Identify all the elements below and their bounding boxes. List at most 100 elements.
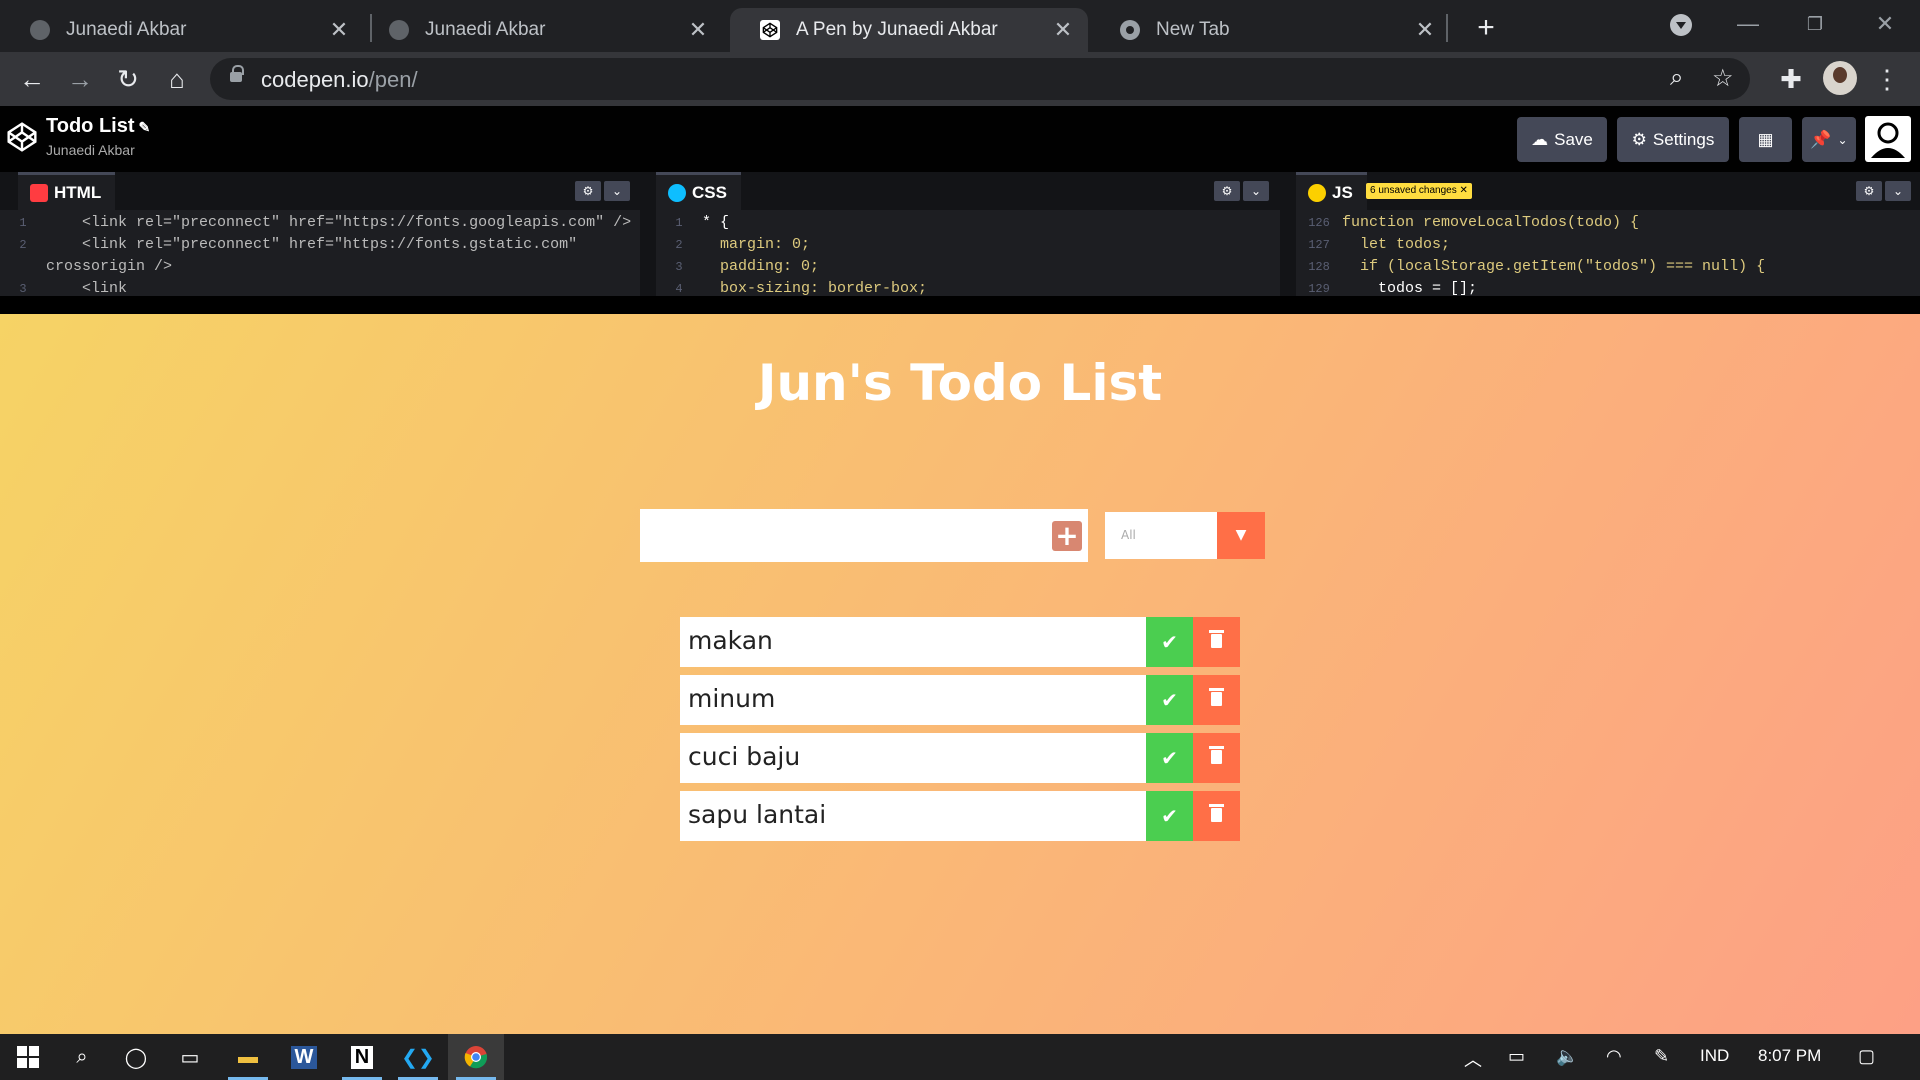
html-editor[interactable]: HTML ⚙ ⌄ 1 <link rel="preconnect" href="… xyxy=(0,172,640,296)
code-line: box-sizing: border-box; xyxy=(702,280,928,296)
new-tab-button[interactable]: + xyxy=(1466,8,1506,48)
pin-icon: 📌 xyxy=(1810,129,1832,149)
volume-icon[interactable]: 🔈 xyxy=(1556,1046,1578,1067)
word-icon[interactable]: W xyxy=(276,1034,332,1080)
lock-icon xyxy=(230,65,244,82)
delete-button[interactable] xyxy=(1193,791,1240,841)
editor-resizer[interactable] xyxy=(1280,172,1296,296)
task-view-icon[interactable]: ▭ xyxy=(162,1034,218,1080)
check-icon: ✔ xyxy=(1161,688,1178,712)
check-icon: ✔ xyxy=(1161,630,1178,654)
action-center-icon[interactable]: ▢ xyxy=(1858,1046,1875,1067)
pen-workspace-icon[interactable]: ✎ xyxy=(1654,1046,1669,1067)
code-line: padding: 0; xyxy=(702,258,820,275)
settings-button[interactable]: ⚙ Settings xyxy=(1617,117,1729,162)
close-tab-icon[interactable]: ✕ xyxy=(683,17,713,43)
todo-text: sapu lantai xyxy=(688,800,827,829)
complete-button[interactable]: ✔ xyxy=(1146,675,1193,725)
battery-icon[interactable]: ▭ xyxy=(1508,1046,1525,1067)
save-button[interactable]: ☁ Save xyxy=(1517,117,1607,162)
editor-resize-bar[interactable] xyxy=(0,296,1920,314)
url-text[interactable]: codepen.io/pen/ xyxy=(261,67,418,93)
forward-icon[interactable]: → xyxy=(63,62,97,96)
globe-icon xyxy=(30,20,50,40)
close-tab-icon[interactable]: ✕ xyxy=(1048,17,1078,43)
caret-down-icon[interactable]: ▼ xyxy=(1217,512,1265,559)
windows-taskbar: ⌕ ◯ ▭ ▬ W N ❮❯ ︿ ▭ 🔈 ◠ ✎ IND 8:07 PM ▢ xyxy=(0,1034,1920,1080)
unsaved-changes-badge[interactable]: 6 unsaved changes ✕ xyxy=(1366,183,1472,199)
notion-icon[interactable]: N xyxy=(334,1034,390,1080)
file-explorer-icon[interactable]: ▬ xyxy=(220,1034,276,1080)
zoom-icon[interactable]: ⌕ xyxy=(1670,64,1683,92)
editor-settings-icon[interactable]: ⚙ xyxy=(1214,181,1240,201)
css-editor[interactable]: CSS ⚙ ⌄ 1 * { 2 margin: 0; 3 padding: 0; … xyxy=(656,172,1280,296)
profile-avatar[interactable] xyxy=(1823,61,1857,95)
complete-button[interactable]: ✔ xyxy=(1146,617,1193,667)
code-line: crossorigin /> xyxy=(46,258,173,275)
editor-collapse-icon[interactable]: ⌄ xyxy=(1243,181,1269,201)
browser-tab[interactable]: Junaedi Akbar ✕ xyxy=(0,8,364,52)
codepen-logo-icon[interactable] xyxy=(6,121,38,153)
code-line: <link rel="preconnect" href="https://fon… xyxy=(46,214,632,231)
back-icon[interactable]: ← xyxy=(15,62,49,96)
restore-icon[interactable]: ❐ xyxy=(1790,6,1840,42)
tab-search-icon[interactable] xyxy=(1670,14,1692,36)
clock[interactable]: 8:07 PM xyxy=(1758,1046,1821,1066)
language-indicator[interactable]: IND xyxy=(1700,1046,1729,1066)
editor-settings-icon[interactable]: ⚙ xyxy=(575,181,601,201)
add-todo-button[interactable]: + xyxy=(1052,521,1082,551)
delete-button[interactable] xyxy=(1193,617,1240,667)
chrome-taskbar-icon[interactable] xyxy=(448,1034,504,1080)
css-icon xyxy=(668,183,686,202)
pen-author[interactable]: Junaedi Akbar xyxy=(46,142,135,158)
check-icon: ✔ xyxy=(1161,746,1178,770)
filter-select[interactable]: All ▼ xyxy=(1105,512,1265,559)
todo-input[interactable] xyxy=(640,509,1088,562)
html-editor-tab[interactable]: HTML xyxy=(18,172,116,210)
edit-pencil-icon[interactable]: ✎ xyxy=(139,119,151,135)
menu-icon[interactable]: ⋮ xyxy=(1870,62,1904,96)
css-editor-tab[interactable]: CSS xyxy=(656,172,741,210)
delete-button[interactable] xyxy=(1193,675,1240,725)
reload-icon[interactable]: ↻ xyxy=(111,62,145,96)
todo-item: makan ✔ xyxy=(680,617,1240,667)
editor-resizer[interactable] xyxy=(640,172,656,296)
pen-title[interactable]: Todo List ✎ xyxy=(46,115,150,138)
complete-button[interactable]: ✔ xyxy=(1146,733,1193,783)
close-tab-icon[interactable]: ✕ xyxy=(1410,17,1440,43)
search-icon[interactable]: ⌕ xyxy=(54,1034,110,1080)
filter-selected-value: All xyxy=(1121,528,1136,542)
delete-button[interactable] xyxy=(1193,733,1240,783)
address-bar[interactable]: codepen.io/pen/ ⌕ ☆ xyxy=(210,58,1750,100)
code-area[interactable]: 1 * { 2 margin: 0; 3 padding: 0; 4 box-si… xyxy=(656,212,1280,296)
code-area[interactable]: 126 function removeLocalTodos(todo) { 127… xyxy=(1296,212,1920,296)
browser-tab-active[interactable]: A Pen by Junaedi Akbar ✕ xyxy=(730,8,1088,52)
code-area[interactable]: 1 <link rel="preconnect" href="https://f… xyxy=(0,212,640,296)
extensions-icon[interactable]: ✚ xyxy=(1774,62,1808,96)
browser-tab[interactable]: Junaedi Akbar ✕ xyxy=(359,8,723,52)
trash-icon xyxy=(1209,688,1224,706)
user-avatar[interactable] xyxy=(1865,116,1911,162)
cortana-icon[interactable]: ◯ xyxy=(108,1034,164,1080)
close-tab-icon[interactable]: ✕ xyxy=(324,17,354,43)
tab-strip: Junaedi Akbar ✕ Junaedi Akbar ✕ A Pen by… xyxy=(0,0,1920,52)
vscode-icon[interactable]: ❮❯ xyxy=(390,1034,446,1080)
complete-button[interactable]: ✔ xyxy=(1146,791,1193,841)
minimize-icon[interactable]: — xyxy=(1723,6,1773,42)
browser-tab[interactable]: New Tab ✕ xyxy=(1090,8,1450,52)
pin-menu-button[interactable]: 📌 ⌄ xyxy=(1802,117,1856,162)
editor-collapse-icon[interactable]: ⌄ xyxy=(1885,181,1911,201)
wifi-icon[interactable]: ◠ xyxy=(1606,1046,1622,1067)
show-hidden-icons-icon[interactable]: ︿ xyxy=(1464,1046,1482,1072)
editor-settings-icon[interactable]: ⚙ xyxy=(1856,181,1882,201)
home-icon[interactable]: ⌂ xyxy=(160,62,194,96)
window-close-icon[interactable]: ✕ xyxy=(1860,6,1910,42)
code-line: if (localStorage.getItem("todos") === nu… xyxy=(1342,258,1766,275)
js-editor-tab[interactable]: JS xyxy=(1296,172,1367,210)
layout-grid-icon: ▦ xyxy=(1757,129,1774,149)
layout-button[interactable]: ▦ xyxy=(1739,117,1792,162)
bookmark-star-icon[interactable]: ☆ xyxy=(1712,64,1734,93)
editor-collapse-icon[interactable]: ⌄ xyxy=(604,181,630,201)
windows-start-icon[interactable] xyxy=(0,1034,56,1080)
cloud-icon: ☁ xyxy=(1531,129,1549,149)
